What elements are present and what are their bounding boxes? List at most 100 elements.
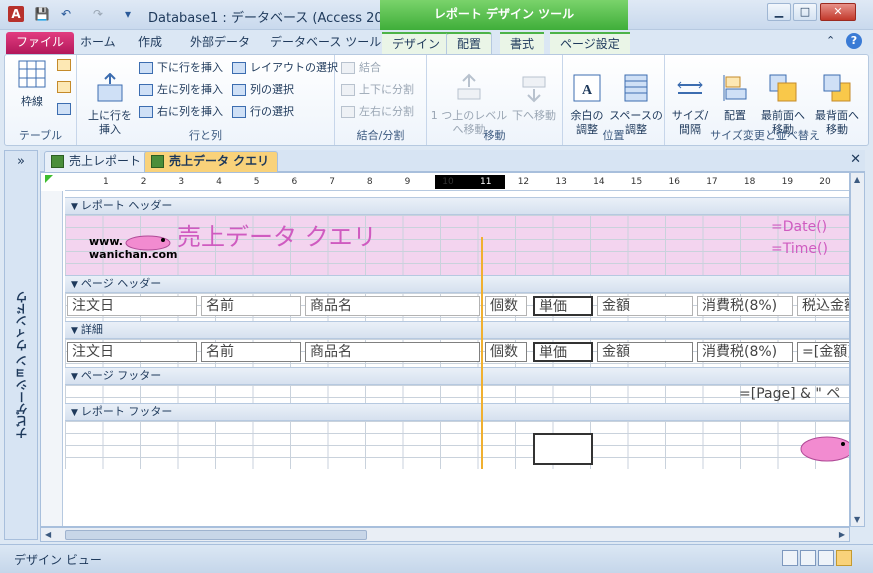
label-name[interactable]: 名前 <box>201 296 301 316</box>
time-field[interactable]: =Time() <box>771 241 828 257</box>
minimize-button[interactable]: ▁ <box>767 3 791 21</box>
scroll-up-icon[interactable]: ▲ <box>854 175 860 184</box>
report-selector-icon[interactable] <box>45 175 53 183</box>
margins-button[interactable]: A 余白の 調整 <box>565 59 609 137</box>
label-total[interactable]: 税込金額 <box>797 296 849 316</box>
tab-home[interactable]: ホーム <box>70 32 126 54</box>
padding-button[interactable]: スペースの 調整 <box>609 59 663 137</box>
section-page-footer[interactable]: =[Page] & " ペ <box>65 385 849 405</box>
minimize-ribbon-icon[interactable]: ⌃ <box>826 34 835 47</box>
navigation-pane[interactable]: » ナビゲーション ウィンドウ <box>4 150 38 540</box>
insert-left-button[interactable]: 左に列を挿入 <box>139 81 223 99</box>
close-button[interactable]: ✕ <box>820 3 856 21</box>
tab-design[interactable]: デザイン <box>382 32 451 54</box>
insert-right-button[interactable]: 右に列を挿入 <box>139 103 223 121</box>
print-preview-icon[interactable] <box>800 550 816 566</box>
split-horizontal-button[interactable]: 左右に分割 <box>341 103 414 121</box>
remove-layout-icon[interactable] <box>57 103 71 115</box>
date-field[interactable]: =Date() <box>771 219 827 235</box>
section-bar-page-header[interactable]: ▼ ページ ヘッダー <box>65 275 849 293</box>
scroll-down-icon[interactable]: ▼ <box>854 515 860 524</box>
send-to-back-button[interactable]: 最背面へ 移動 <box>811 59 863 137</box>
expand-nav-icon[interactable]: » <box>5 151 37 173</box>
section-page-header[interactable]: 注文日 名前 商品名 個数 単価 金額 消費税(8%) 税込金額 <box>65 293 849 321</box>
section-bar-detail[interactable]: ▼ 詳細 <box>65 321 849 339</box>
label-unit-price[interactable]: 単価 <box>533 296 593 316</box>
tab-format[interactable]: 書式 <box>500 32 545 54</box>
layout-view-icon[interactable] <box>818 550 834 566</box>
horizontal-scroll-thumb[interactable] <box>65 530 367 540</box>
horizontal-ruler[interactable]: 1 2 3 4 5 6 7 8 9 10 11 12 13 14 15 16 17 18 19 20 <box>65 173 849 191</box>
vertical-scrollbar[interactable]: ▲ ▼ <box>850 172 865 527</box>
field-total[interactable]: =[金額] <box>797 342 849 362</box>
crocodile-image[interactable] <box>799 431 850 465</box>
vertical-ruler[interactable] <box>41 191 63 526</box>
report-design-surface[interactable]: 1 2 3 4 5 6 7 8 9 10 11 12 13 14 15 16 17 18 19 20 ▼ レポート ヘッ… <box>40 172 850 527</box>
merge-button[interactable]: 結合 <box>341 59 381 77</box>
tab-arrange[interactable]: 配置 <box>446 32 493 54</box>
insert-above-button[interactable]: 上に行を 挿入 <box>85 59 135 137</box>
help-icon[interactable]: ? <box>846 33 862 49</box>
field-quantity[interactable]: 個数 <box>485 342 527 362</box>
section-bar-page-footer[interactable]: ▼ ページ フッター <box>65 367 849 385</box>
report-title[interactable]: 売上データ クエリ <box>177 217 377 252</box>
scroll-right-icon[interactable]: ▶ <box>839 530 845 539</box>
tab-file[interactable]: ファイル <box>6 32 75 54</box>
tab-sales-query-report[interactable]: 売上データ クエリ <box>144 151 279 172</box>
field-unit-price[interactable]: 単価 <box>533 342 593 362</box>
save-icon[interactable]: 💾 <box>34 6 50 22</box>
customize-quick-access-icon[interactable]: ▾ <box>120 6 136 22</box>
move-up-button[interactable]: 1 つ上のレベル へ移動 <box>429 59 509 137</box>
move-down-label: 下へ移動 <box>512 109 556 122</box>
tab-create[interactable]: 作成 <box>128 32 172 54</box>
status-bar: デザイン ビュー <box>0 544 873 573</box>
label-order-date[interactable]: 注文日 <box>67 296 197 316</box>
section-bar-report-footer[interactable]: ▼ レポート フッター <box>65 403 849 421</box>
field-name[interactable]: 名前 <box>201 342 301 362</box>
label-amount[interactable]: 金額 <box>597 296 693 316</box>
select-layout-button[interactable]: レイアウトの選択 <box>232 59 338 77</box>
field-tax[interactable]: 消費税(8%) <box>697 342 793 362</box>
maximize-button[interactable]: □ <box>793 3 817 21</box>
size-spacing-button[interactable]: サイズ/ 間隔 <box>667 59 713 137</box>
label-tax[interactable]: 消費税(8%) <box>697 296 793 316</box>
section-detail[interactable]: 注文日 名前 商品名 個数 単価 金額 消費税(8%) =[金額] <box>65 339 849 367</box>
section-report-header[interactable]: www. wanichan.com 売上データ クエリ =Date() =Tim… <box>65 215 849 275</box>
label-quantity[interactable]: 個数 <box>485 296 527 316</box>
tab-sales-report[interactable]: 売上レポート <box>44 151 151 172</box>
select-column-button[interactable]: 列の選択 <box>232 81 294 99</box>
section-bar-report-header[interactable]: ▼ レポート ヘッダー <box>65 197 849 215</box>
align-button[interactable]: 配置 <box>715 59 755 123</box>
tab-external-data[interactable]: 外部データ <box>180 32 260 54</box>
scroll-left-icon[interactable]: ◀ <box>45 530 51 539</box>
stacked-icon[interactable] <box>57 59 71 71</box>
field-product[interactable]: 商品名 <box>305 342 480 362</box>
footer-box[interactable] <box>533 433 593 465</box>
tab-database-tools[interactable]: データベース ツール <box>260 32 391 54</box>
bring-to-front-button[interactable]: 最前面へ 移動 <box>757 59 809 137</box>
move-down-button[interactable]: 下へ移動 <box>509 59 559 123</box>
field-order-date[interactable]: 注文日 <box>67 342 197 362</box>
redo-icon[interactable]: ↷ <box>90 6 106 22</box>
move-up-icon <box>457 73 481 100</box>
close-document-icon[interactable]: ✕ <box>850 152 861 167</box>
split-vertical-button[interactable]: 上下に分割 <box>341 81 414 99</box>
page-number-field[interactable]: =[Page] & " ペ <box>735 385 849 405</box>
tabular-icon[interactable] <box>57 81 71 93</box>
select-row-button[interactable]: 行の選択 <box>232 103 294 121</box>
undo-icon[interactable]: ↶ <box>58 6 74 22</box>
report-empty-area <box>65 469 849 526</box>
field-amount[interactable]: 金額 <box>597 342 693 362</box>
label-product[interactable]: 商品名 <box>305 296 480 316</box>
design-view-icon[interactable] <box>836 550 852 566</box>
tab-page-setup[interactable]: ページ設定 <box>550 32 630 54</box>
insert-below-button[interactable]: 下に行を挿入 <box>139 59 223 77</box>
report-view-icon[interactable] <box>782 550 798 566</box>
access-app-icon[interactable]: A <box>8 6 24 22</box>
navigation-pane-title[interactable]: ナビゲーション ウィンドウ <box>13 291 30 439</box>
padding-icon <box>624 74 648 102</box>
horizontal-scrollbar[interactable]: ◀ ▶ <box>40 527 850 542</box>
gridlines-button[interactable]: 枠線 <box>11 59 53 109</box>
margins-icon: A <box>573 74 601 102</box>
section-report-footer[interactable] <box>65 421 850 469</box>
